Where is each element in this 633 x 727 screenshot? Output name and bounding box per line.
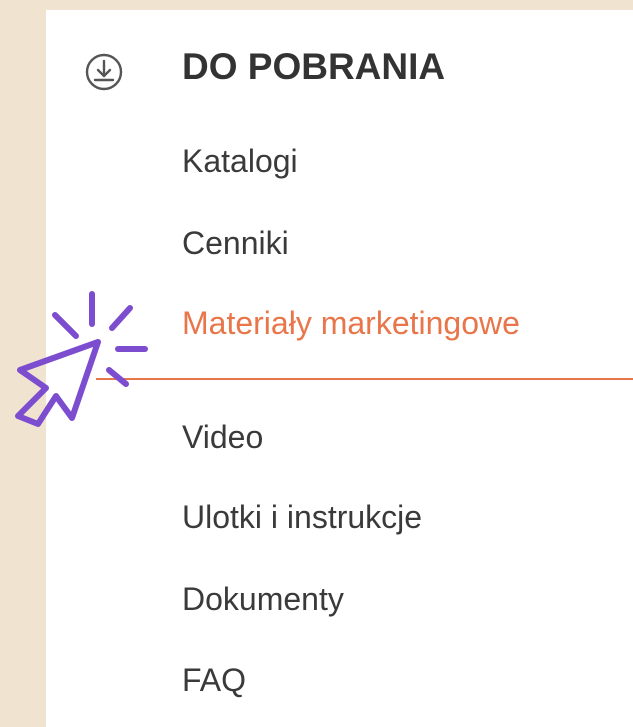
- menu-item-ulotki-i-instrukcje[interactable]: Ulotki i instrukcje: [182, 501, 422, 533]
- menu-item-dokumenty[interactable]: Dokumenty: [182, 583, 344, 615]
- download-circle-icon: [84, 52, 124, 92]
- click-cursor-icon: [8, 290, 153, 435]
- menu-item-katalogi[interactable]: Katalogi: [182, 145, 298, 177]
- section-title: DO POBRANIA: [182, 46, 446, 87]
- menu-item-materialy-marketingowe[interactable]: Materiały marketingowe: [182, 307, 520, 339]
- menu-item-video[interactable]: Video: [182, 421, 263, 453]
- menu-item-cenniki[interactable]: Cenniki: [182, 227, 289, 259]
- active-item-underline: [96, 378, 633, 380]
- menu-item-faq[interactable]: FAQ: [182, 664, 246, 696]
